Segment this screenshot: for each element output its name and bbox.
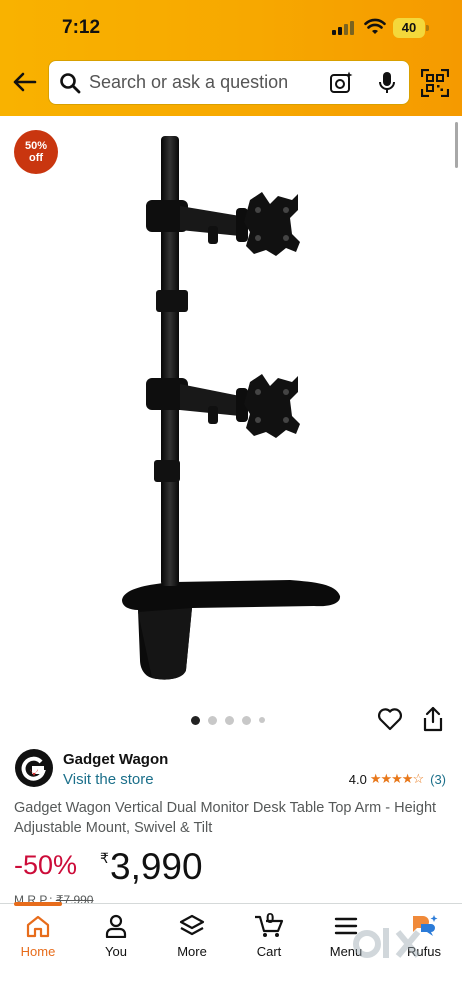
product-image-gallery[interactable]: 50% off bbox=[0, 116, 462, 736]
product-price: 3,990 bbox=[110, 846, 203, 887]
seller-row: Gadget Wagon Visit the store 4.0 ★★★★☆ (… bbox=[14, 748, 454, 792]
image-carousel-dots[interactable] bbox=[191, 715, 265, 725]
nav-home-label: Home bbox=[20, 944, 56, 959]
top-header: 7:12 40 bbox=[0, 0, 462, 116]
visual-search-camera-icon[interactable] bbox=[329, 71, 353, 95]
cart-count: 0 bbox=[266, 910, 275, 927]
barcode-scanner-icon[interactable] bbox=[421, 69, 449, 97]
review-count-link[interactable]: (3) bbox=[430, 772, 446, 787]
nav-you-label: You bbox=[105, 944, 127, 959]
wishlist-heart-icon[interactable] bbox=[377, 707, 403, 731]
seller-name[interactable]: Gadget Wagon bbox=[63, 751, 168, 768]
product-rating[interactable]: 4.0 ★★★★☆ (3) bbox=[349, 771, 446, 787]
status-bar: 7:12 40 bbox=[0, 0, 462, 52]
carousel-dot[interactable] bbox=[225, 715, 234, 725]
rating-value: 4.0 bbox=[348, 771, 367, 787]
olx-watermark-logo bbox=[353, 928, 421, 958]
active-tab-indicator bbox=[14, 902, 62, 906]
wifi-icon bbox=[364, 18, 386, 34]
layers-icon bbox=[179, 914, 205, 936]
visit-store-link[interactable]: Visit the store bbox=[63, 771, 154, 788]
search-input[interactable] bbox=[89, 61, 319, 104]
nav-more-label: More bbox=[177, 944, 207, 959]
nav-more[interactable]: More bbox=[160, 914, 224, 968]
nav-cart-label: Cart bbox=[256, 944, 282, 959]
search-box[interactable] bbox=[48, 60, 410, 105]
page-scrollbar[interactable] bbox=[455, 122, 458, 168]
carousel-dot[interactable] bbox=[208, 715, 217, 725]
nav-cart[interactable]: 0 Cart bbox=[237, 910, 301, 968]
product-image[interactable] bbox=[110, 130, 350, 690]
cellular-signal-icon bbox=[332, 21, 354, 35]
carousel-dot[interactable] bbox=[259, 717, 265, 723]
nav-home[interactable]: Home bbox=[6, 914, 70, 968]
seller-logo[interactable] bbox=[14, 748, 54, 788]
carousel-dot[interactable] bbox=[242, 715, 251, 725]
product-title: Gadget Wagon Vertical Dual Monitor Desk … bbox=[14, 800, 437, 836]
currency-symbol: ₹ bbox=[100, 850, 109, 866]
rating-stars-icon: ★★★★☆ bbox=[369, 771, 424, 786]
discount-percent: -50% bbox=[14, 850, 78, 880]
discount-badge-percent: 50% bbox=[24, 140, 48, 152]
carousel-dot[interactable] bbox=[191, 715, 200, 725]
battery-indicator: 40 bbox=[393, 18, 429, 38]
search-icon bbox=[60, 73, 81, 94]
bottom-navigation: Home You More 0 Cart Menu Rufus bbox=[0, 902, 462, 1000]
status-time: 7:12 bbox=[62, 17, 101, 38]
back-arrow-icon[interactable] bbox=[10, 68, 38, 96]
discount-badge: 50% off bbox=[14, 130, 58, 174]
discount-badge-word: off bbox=[28, 152, 44, 164]
nav-you[interactable]: You bbox=[84, 914, 148, 968]
home-icon bbox=[26, 915, 50, 938]
microphone-icon[interactable] bbox=[377, 71, 397, 95]
person-icon bbox=[105, 914, 127, 938]
share-icon[interactable] bbox=[422, 706, 444, 732]
